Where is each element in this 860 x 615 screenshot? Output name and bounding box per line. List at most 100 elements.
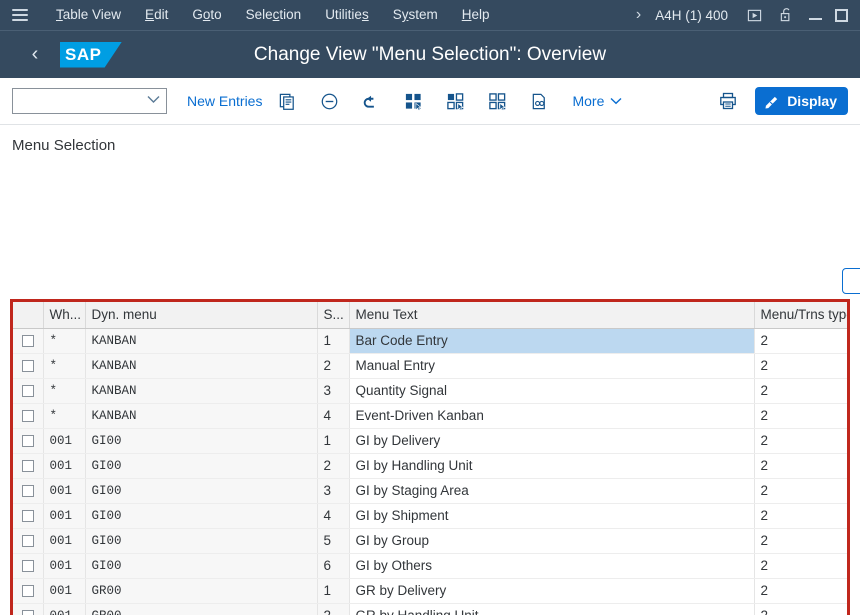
cell-menu-trns-type[interactable]: 2 (754, 453, 847, 479)
cell-warehouse[interactable]: * (43, 328, 86, 354)
row-select-cell[interactable] (13, 453, 44, 479)
cell-warehouse[interactable]: 001 (43, 503, 86, 529)
cell-seq[interactable]: 2 (317, 353, 350, 379)
cell-dyn-menu[interactable]: GR00 (85, 578, 318, 604)
row-select-cell[interactable] (13, 403, 44, 429)
col-header-menu-text[interactable]: Menu Text (349, 302, 755, 329)
cell-warehouse[interactable]: 001 (43, 553, 86, 579)
menu-item-edit[interactable]: Edit (133, 0, 180, 30)
cell-warehouse[interactable]: 001 (43, 528, 86, 554)
cell-seq[interactable]: 2 (317, 603, 350, 615)
cell-dyn-menu[interactable]: GI00 (85, 453, 318, 479)
cell-menu-trns-type[interactable]: 2 (754, 378, 847, 404)
cell-seq[interactable]: 1 (317, 328, 350, 354)
cell-menu-trns-type[interactable]: 2 (754, 528, 847, 554)
cell-menu-trns-type[interactable]: 2 (754, 403, 847, 429)
row-select-cell[interactable] (13, 578, 44, 604)
cell-dyn-menu[interactable]: KANBAN (85, 378, 318, 404)
cell-dyn-menu[interactable]: GI00 (85, 478, 318, 504)
menu-item-help[interactable]: Help (450, 0, 502, 30)
more-menu-button[interactable]: More (572, 93, 622, 109)
cell-dyn-menu[interactable]: KANBAN (85, 403, 318, 429)
table-row[interactable]: 001 GR00 1 GR by Delivery 2 (13, 578, 847, 604)
table-row[interactable]: * KANBAN 1 Bar Code Entry 2 (13, 328, 847, 354)
cell-dyn-menu[interactable]: KANBAN (85, 328, 318, 354)
cell-seq[interactable]: 4 (317, 503, 350, 529)
menu-item-utilities[interactable]: Utilities (313, 0, 381, 30)
cell-warehouse[interactable]: * (43, 378, 86, 404)
cell-menu-trns-type[interactable]: 2 (754, 428, 847, 454)
row-select-cell[interactable] (13, 378, 44, 404)
cell-seq[interactable]: 2 (317, 453, 350, 479)
row-checkbox[interactable] (21, 435, 34, 448)
cell-warehouse[interactable]: 001 (43, 478, 86, 504)
row-checkbox[interactable] (21, 485, 34, 498)
cell-dyn-menu[interactable]: KANBAN (85, 353, 318, 379)
row-checkbox[interactable] (21, 410, 34, 423)
table-row[interactable]: * KANBAN 2 Manual Entry 2 (13, 353, 847, 379)
new-entries-button[interactable]: New Entries (187, 93, 262, 109)
minimize-icon[interactable] (802, 2, 828, 28)
display-button[interactable]: Display (755, 87, 848, 115)
cell-menu-trns-type[interactable]: 2 (754, 603, 847, 615)
row-select-cell[interactable] (13, 603, 44, 615)
cell-dyn-menu[interactable]: GI00 (85, 503, 318, 529)
row-checkbox[interactable] (21, 335, 34, 348)
menu-item-system[interactable]: System (381, 0, 450, 30)
row-checkbox[interactable] (21, 585, 34, 598)
cell-menu-text[interactable]: Quantity Signal (349, 378, 755, 404)
col-header-menu-trns-type[interactable]: Menu/Trns type (754, 302, 847, 329)
row-checkbox[interactable] (21, 610, 34, 615)
row-checkbox[interactable] (21, 385, 34, 398)
table-row[interactable]: 001 GI00 3 GI by Staging Area 2 (13, 478, 847, 504)
maximize-icon[interactable] (828, 2, 854, 28)
row-select-cell[interactable] (13, 528, 44, 554)
row-checkbox[interactable] (21, 560, 34, 573)
cell-menu-text[interactable]: Manual Entry (349, 353, 755, 379)
cell-menu-text[interactable]: Event-Driven Kanban (349, 403, 755, 429)
cell-warehouse[interactable]: 001 (43, 578, 86, 604)
cell-menu-text[interactable]: GI by Others (349, 553, 755, 579)
cell-menu-text[interactable]: GR by Handling Unit (349, 603, 755, 615)
cell-warehouse[interactable]: 001 (43, 428, 86, 454)
table-row[interactable]: 001 GI00 5 GI by Group 2 (13, 528, 847, 554)
copy-as-icon[interactable] (270, 85, 304, 117)
col-header-seq[interactable]: S... (317, 302, 350, 329)
table-row[interactable]: 001GR002GR by Handling Unit2 (13, 603, 847, 615)
cell-menu-trns-type[interactable]: 2 (754, 328, 847, 354)
cell-menu-trns-type[interactable]: 2 (754, 578, 847, 604)
col-header-warehouse[interactable]: Wh... (43, 302, 86, 329)
cell-warehouse[interactable]: * (43, 403, 86, 429)
cell-seq[interactable]: 1 (317, 428, 350, 454)
cell-menu-text[interactable]: GI by Group (349, 528, 755, 554)
menu-item-goto[interactable]: Goto (180, 0, 233, 30)
table-row[interactable]: 001 GI00 2 GI by Handling Unit 2 (13, 453, 847, 479)
deselect-all-icon[interactable] (480, 85, 514, 117)
menu-item-table-view[interactable]: Table View (44, 0, 133, 30)
cell-seq[interactable]: 3 (317, 478, 350, 504)
play-icon[interactable] (743, 4, 765, 26)
select-all-icon[interactable] (396, 85, 430, 117)
row-checkbox[interactable] (21, 535, 34, 548)
unlock-icon[interactable] (775, 4, 797, 26)
cell-warehouse[interactable]: 001 (43, 603, 86, 615)
row-select-cell[interactable] (13, 353, 44, 379)
cell-warehouse[interactable]: * (43, 353, 86, 379)
select-block-icon[interactable] (438, 85, 472, 117)
cell-menu-text[interactable]: GR by Delivery (349, 578, 755, 604)
table-row[interactable]: 001 GI00 6 GI by Others 2 (13, 553, 847, 579)
cell-menu-text[interactable]: GI by Handling Unit (349, 453, 755, 479)
cell-dyn-menu[interactable]: GI00 (85, 428, 318, 454)
col-header-dyn-menu[interactable]: Dyn. menu (85, 302, 318, 329)
cell-seq[interactable]: 1 (317, 578, 350, 604)
cell-dyn-menu[interactable]: GR00 (85, 603, 318, 615)
row-select-cell[interactable] (13, 503, 44, 529)
delete-circle-icon[interactable] (312, 85, 346, 117)
back-icon[interactable]: ‹ (16, 36, 54, 74)
cell-menu-text[interactable]: Bar Code Entry (349, 328, 755, 354)
row-checkbox[interactable] (21, 460, 34, 473)
cell-menu-text[interactable]: GI by Shipment (349, 503, 755, 529)
cell-menu-trns-type[interactable]: 2 (754, 478, 847, 504)
menu-item-selection[interactable]: Selection (234, 0, 314, 30)
table-row[interactable]: * KANBAN 4 Event-Driven Kanban 2 (13, 403, 847, 429)
